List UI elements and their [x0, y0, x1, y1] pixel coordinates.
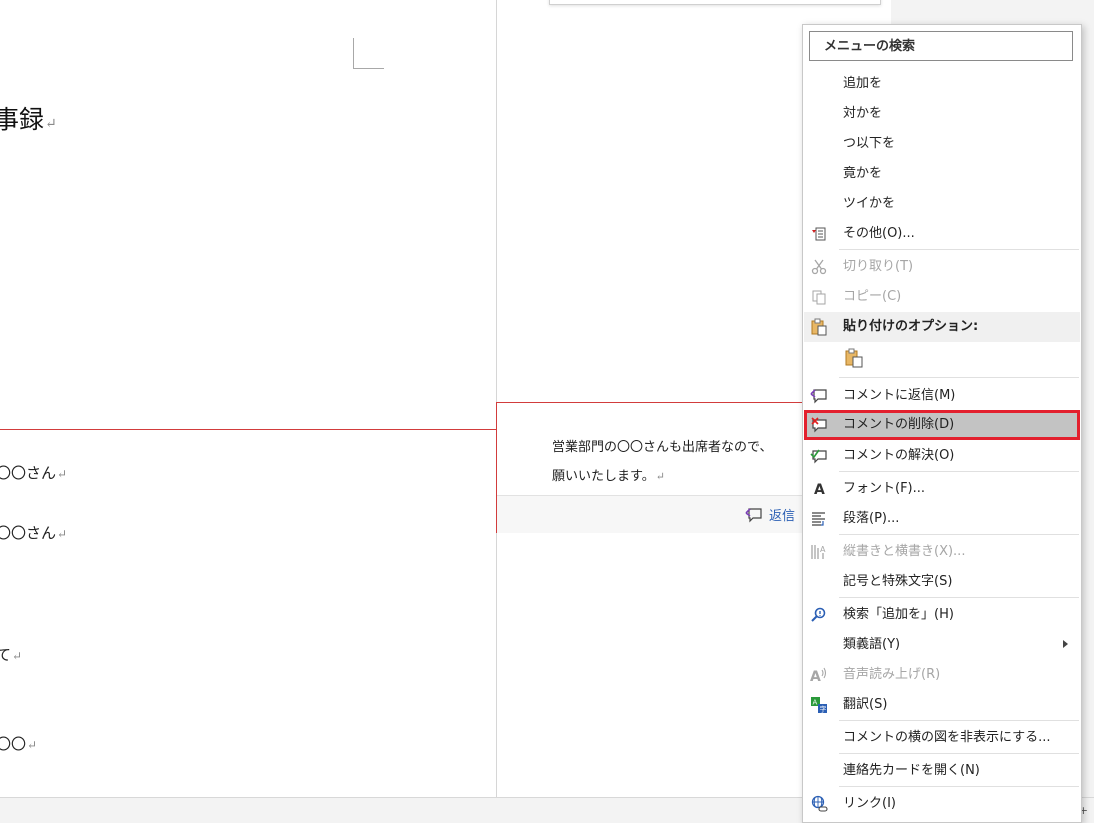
scissors-icon	[806, 252, 832, 282]
comment-anchor-line	[0, 429, 497, 430]
comment-resolve-icon	[806, 441, 832, 471]
svg-text:A: A	[813, 699, 818, 707]
menu-item-suggestion-1[interactable]: 追加を	[804, 69, 1080, 99]
document-title[interactable]: 事録↵	[0, 100, 57, 136]
link-icon	[806, 789, 832, 819]
comment-line: 営業部門の〇〇さんも出席者なので、	[552, 440, 773, 455]
menu-item-thesaurus[interactable]: 類義語(Y)	[804, 630, 1080, 660]
popup-edge	[549, 0, 881, 5]
menu-item-suggestion-3[interactable]: つ以下を	[804, 129, 1080, 159]
document-line[interactable]: 〇〇↵	[0, 733, 37, 754]
reply-icon	[745, 507, 762, 522]
svg-text:A: A	[820, 545, 826, 554]
comment-text[interactable]: 営業部門の〇〇さんも出席者なので、 願いいたします。↵	[552, 433, 822, 491]
menu-item-read-aloud[interactable]: A 音声読み上げ(R)	[804, 660, 1080, 690]
reply-label: 返信	[769, 509, 796, 524]
menu-item-translate[interactable]: A字 翻訳(S)	[804, 690, 1080, 720]
document-line[interactable]: 〇〇さん↵	[0, 522, 67, 543]
document-title-text: 事録	[0, 105, 45, 134]
menu-separator	[839, 597, 1079, 598]
smart-lookup-icon	[806, 600, 832, 630]
context-menu: 追加を 対かを つ以下を 竟かを ツイかを その他(O)... 切り取り(T) …	[802, 24, 1082, 823]
more-options-icon	[806, 219, 832, 249]
menu-item-symbols[interactable]: 記号と特殊文字(S)	[804, 567, 1080, 597]
menu-separator	[839, 471, 1079, 472]
paste-icon	[806, 312, 832, 342]
menu-item-copy[interactable]: コピー(C)	[804, 282, 1080, 312]
menu-search-input[interactable]	[809, 31, 1073, 61]
menu-item-suggestion-5[interactable]: ツイかを	[804, 189, 1080, 219]
paste-keep-text-icon	[844, 348, 864, 372]
menu-item-font[interactable]: A フォント(F)...	[804, 474, 1080, 504]
paragraph-mark: ↵	[45, 116, 57, 132]
document-line[interactable]: 〇〇さん↵	[0, 462, 67, 483]
menu-item-paragraph[interactable]: 段落(P)...	[804, 504, 1080, 534]
read-aloud-icon: A	[806, 660, 832, 690]
menu-separator	[839, 753, 1079, 754]
menu-item-comment-reply[interactable]: コメントに返信(M)	[804, 381, 1080, 411]
paragraph-icon	[806, 504, 832, 534]
comment-delete-icon	[806, 410, 832, 440]
menu-separator	[839, 377, 1079, 378]
document-line[interactable]: て↵	[0, 644, 22, 665]
translate-icon: A字	[806, 690, 832, 720]
font-icon: A	[806, 474, 832, 504]
menu-separator	[839, 534, 1079, 535]
page-corner-mark	[353, 38, 384, 69]
menu-separator	[839, 249, 1079, 250]
menu-item-suggestion-4[interactable]: 竟かを	[804, 159, 1080, 189]
menu-item-paste-keep-text[interactable]	[804, 343, 1080, 373]
menu-separator	[839, 786, 1079, 787]
menu-item-link[interactable]: リンク(I)	[804, 789, 1080, 819]
menu-separator	[839, 720, 1079, 721]
menu-item-comment-resolve[interactable]: コメントの解決(O)	[804, 441, 1080, 471]
comment-reply-icon	[806, 381, 832, 411]
svg-text:字: 字	[820, 705, 827, 714]
submenu-arrow-icon	[1063, 640, 1068, 648]
comment-line: 願いいたします。↵	[552, 469, 665, 484]
menu-item-hide-comment-image[interactable]: コメントの横の図を非表示にする...	[804, 723, 1080, 753]
reply-button[interactable]: 返信	[745, 505, 795, 524]
svg-text:A: A	[810, 669, 821, 683]
svg-text:A: A	[814, 482, 825, 497]
menu-item-cut[interactable]: 切り取り(T)	[804, 252, 1080, 282]
text-direction-icon: A	[806, 537, 832, 567]
menu-item-smart-lookup[interactable]: 検索「追加を」(H)	[804, 600, 1080, 630]
comment-card[interactable]: 営業部門の〇〇さんも出席者なので、 願いいたします。↵ 返信	[496, 402, 827, 533]
comment-footer: 返信	[497, 495, 827, 533]
menu-item-contact-card[interactable]: 連絡先カードを開く(N)	[804, 756, 1080, 786]
menu-item-comment-delete[interactable]: コメントの削除(D)	[804, 410, 1080, 440]
copy-icon	[806, 282, 832, 312]
menu-header-paste-options: 貼り付けのオプション:	[804, 312, 1080, 342]
menu-item-suggestion-2[interactable]: 対かを	[804, 99, 1080, 129]
menu-item-text-direction[interactable]: A 縦書きと横書き(X)...	[804, 537, 1080, 567]
menu-item-more-options[interactable]: その他(O)...	[804, 219, 1080, 249]
